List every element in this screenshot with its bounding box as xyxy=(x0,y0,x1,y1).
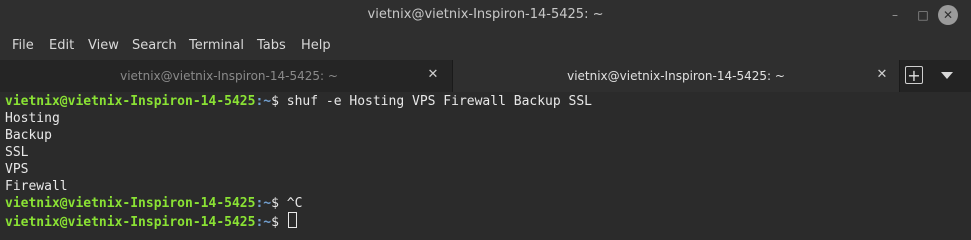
tab-1[interactable]: vietnix@vietnix-Inspiron-14-5425: ~ ✕ xyxy=(0,60,452,92)
tab-1-close-icon[interactable]: ✕ xyxy=(426,67,440,83)
prompt-symbol: $ xyxy=(271,196,287,211)
new-tab-icon[interactable]: + xyxy=(905,66,923,84)
close-button[interactable]: ✕ xyxy=(938,5,958,25)
menu-terminal[interactable]: Terminal xyxy=(189,38,244,53)
tab-bar: vietnix@vietnix-Inspiron-14-5425: ~ ✕ vi… xyxy=(0,60,971,92)
prompt-path: :~ xyxy=(255,215,272,230)
menu-bar: File Edit View Search Terminal Tabs Help xyxy=(0,30,971,60)
prompt-symbol: $ xyxy=(271,94,287,109)
menu-search[interactable]: Search xyxy=(132,38,177,53)
prompt-path: :~ xyxy=(255,94,272,109)
prompt-user: vietnix@vietnix-Inspiron-14-5425 xyxy=(5,94,256,109)
menu-view[interactable]: View xyxy=(88,38,119,53)
window-title: vietnix@vietnix-Inspiron-14-5425: ~ xyxy=(367,7,604,22)
menu-tabs[interactable]: Tabs xyxy=(257,38,286,53)
terminal-output[interactable]: vietnix@vietnix-Inspiron-14-5425:~$ shuf… xyxy=(0,92,971,238)
interrupt-line: vietnix@vietnix-Inspiron-14-5425:~$ ^C xyxy=(5,195,302,212)
output-line: Backup xyxy=(5,128,52,143)
active-prompt-line[interactable]: vietnix@vietnix-Inspiron-14-5425:~$ xyxy=(5,212,297,230)
command-line: vietnix@vietnix-Inspiron-14-5425:~$ shuf… xyxy=(5,93,592,110)
menu-help[interactable]: Help xyxy=(301,38,331,53)
text-cursor xyxy=(287,212,297,228)
menu-file[interactable]: File xyxy=(12,38,34,53)
prompt-symbol: $ xyxy=(271,215,287,230)
tab-2-label: vietnix@vietnix-Inspiron-14-5425: ~ xyxy=(567,69,785,83)
output-line: VPS xyxy=(5,162,29,177)
output-line: SSL xyxy=(5,145,29,160)
title-bar[interactable]: vietnix@vietnix-Inspiron-14-5425: ~ – □ … xyxy=(0,0,971,30)
output-line: Hosting xyxy=(5,111,60,126)
tab-list-dropdown-icon[interactable] xyxy=(941,72,953,79)
tab-2[interactable]: vietnix@vietnix-Inspiron-14-5425: ~ ✕ xyxy=(452,60,900,92)
prompt-user: vietnix@vietnix-Inspiron-14-5425 xyxy=(5,196,256,211)
menu-edit[interactable]: Edit xyxy=(49,38,74,53)
prompt-path: :~ xyxy=(255,196,272,211)
tab-2-close-icon[interactable]: ✕ xyxy=(875,67,889,83)
prompt-user: vietnix@vietnix-Inspiron-14-5425 xyxy=(5,215,256,230)
tab-1-label: vietnix@vietnix-Inspiron-14-5425: ~ xyxy=(120,69,338,83)
maximize-button[interactable]: □ xyxy=(913,5,933,25)
command-text: shuf -e Hosting VPS Firewall Backup SSL xyxy=(286,94,593,109)
minimize-button[interactable]: – xyxy=(885,5,905,25)
terminal-window: vietnix@vietnix-Inspiron-14-5425: ~ – □ … xyxy=(0,0,971,238)
output-line: Firewall xyxy=(5,179,68,194)
terminal-scrollbar[interactable] xyxy=(965,92,971,238)
interrupt-text: ^C xyxy=(286,196,303,211)
